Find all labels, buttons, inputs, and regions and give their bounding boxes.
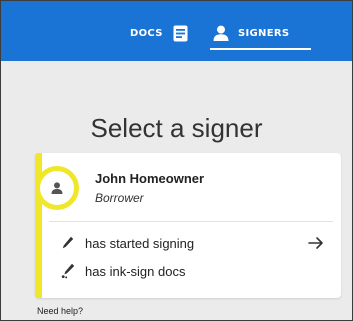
user-icon [51,182,63,194]
tab-signers-label: SIGNERS [238,27,290,39]
tab-signers[interactable]: SIGNERS [213,21,289,45]
pen-icon [61,235,75,251]
arrow-right-icon[interactable] [305,233,327,253]
status-started-signing-text: has started signing [85,235,195,251]
document-icon [173,25,188,42]
top-nav-bar: DOCS SIGNERS [1,1,352,61]
status-ink-sign-docs-text: has ink-sign docs [85,263,186,279]
card-divider [49,221,333,222]
status-started-signing: has started signing [61,235,194,251]
ink-pen-icon [61,263,75,279]
person-icon [213,25,229,41]
need-help-link[interactable]: Need help? [37,306,83,316]
page-title: Select a signer [90,113,263,143]
tab-docs[interactable]: DOCS [130,21,188,45]
active-tab-indicator [210,48,311,50]
status-ink-sign-docs: has ink-sign docs [61,263,185,279]
app-frame: DOCS SIGNERS Select a signer John Homeow… [0,0,353,321]
tab-docs-label: DOCS [130,27,163,39]
avatar [35,166,79,210]
signer-name: John Homeowner [95,171,205,186]
signer-role: Borrower [95,191,144,205]
